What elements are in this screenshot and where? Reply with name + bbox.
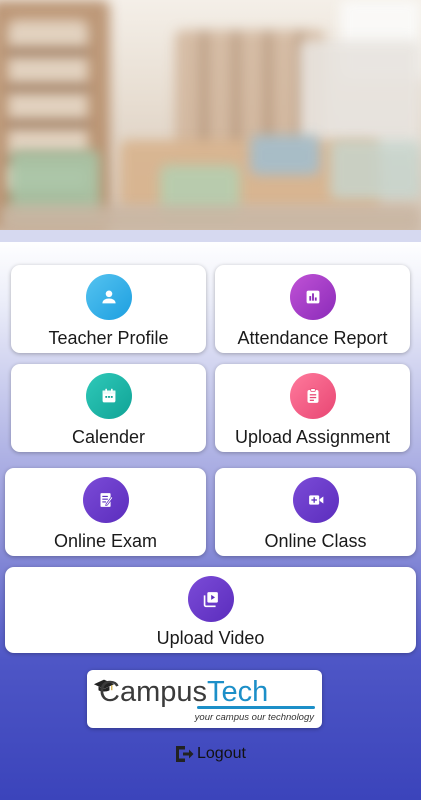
upload-video-button[interactable]: Upload Video bbox=[5, 567, 416, 653]
upload-video-label: Upload Video bbox=[156, 628, 265, 648]
bar-chart-icon bbox=[289, 274, 336, 320]
logout-label: Logout bbox=[197, 745, 246, 762]
upload-assignment-button[interactable]: Upload Assignment bbox=[215, 364, 410, 452]
logo-word-campus: Campus bbox=[99, 676, 207, 708]
online-exam-label: Online Exam bbox=[53, 531, 158, 551]
teacher-profile-label: Teacher Profile bbox=[48, 328, 169, 348]
logout-icon bbox=[176, 746, 194, 762]
calendar-icon bbox=[85, 373, 132, 419]
upload-assignment-label: Upload Assignment bbox=[234, 427, 391, 447]
online-class-label: Online Class bbox=[264, 531, 367, 551]
logo-word-tech: Tech bbox=[207, 676, 269, 708]
header-divider bbox=[0, 230, 421, 242]
person-icon bbox=[85, 274, 132, 320]
logo-tagline: your campus our technology bbox=[194, 712, 314, 723]
video-library-icon bbox=[187, 576, 234, 622]
exam-paper-icon bbox=[82, 477, 129, 523]
online-exam-button[interactable]: Online Exam bbox=[5, 468, 206, 556]
attendance-report-label: Attendance Report bbox=[237, 328, 388, 348]
video-camera-icon bbox=[292, 477, 339, 523]
calender-button[interactable]: Calender bbox=[11, 364, 206, 452]
calender-label: Calender bbox=[71, 427, 146, 447]
clipboard-icon bbox=[289, 373, 336, 419]
header-classroom-photo bbox=[0, 0, 421, 230]
teacher-profile-button[interactable]: Teacher Profile bbox=[11, 265, 206, 353]
logo-underline bbox=[197, 706, 315, 709]
attendance-report-button[interactable]: Attendance Report bbox=[215, 265, 410, 353]
logout-button[interactable]: Logout bbox=[172, 740, 252, 768]
online-class-button[interactable]: Online Class bbox=[215, 468, 416, 556]
campustech-logo: CampusTech your campus our technology bbox=[87, 670, 322, 728]
